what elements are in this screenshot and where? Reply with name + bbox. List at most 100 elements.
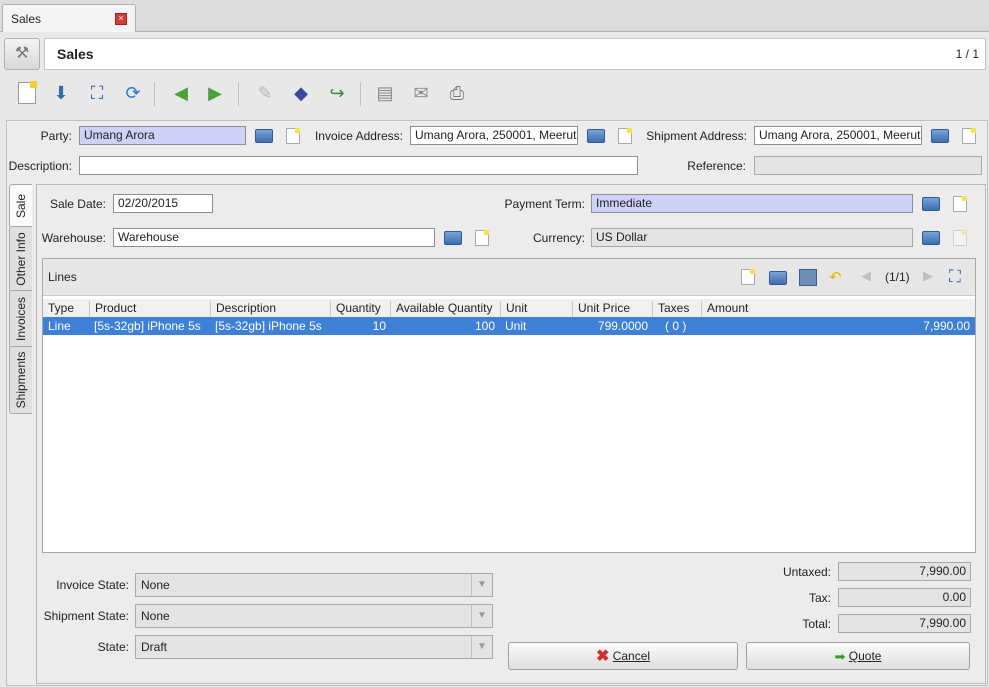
previous-line-icon[interactable]: ◀	[861, 268, 879, 284]
title-box: Sales 1 / 1	[44, 38, 986, 70]
cell-quantity: 10	[372, 319, 386, 333]
action-icon[interactable]: ◆	[288, 80, 314, 106]
cancel-button[interactable]: ✖ Cancel	[508, 642, 738, 670]
new-note-icon[interactable]	[962, 128, 976, 144]
tab-sales[interactable]: Sales ×	[2, 4, 136, 32]
new-note-icon[interactable]	[475, 230, 489, 246]
folder-icon[interactable]	[922, 197, 940, 211]
new-note-icon[interactable]	[953, 196, 967, 212]
invoice-state-select: None ▼	[135, 573, 493, 597]
col-quantity[interactable]: Quantity	[330, 301, 381, 317]
shipment-address-field[interactable]: Umang Arora, 250001, Meerut	[754, 126, 922, 145]
attachment-icon[interactable]: ✎	[252, 80, 278, 106]
shipment-state-select: None ▼	[135, 604, 493, 628]
state-label: State:	[97, 640, 129, 654]
open-line-icon[interactable]	[769, 271, 787, 285]
cell-description: [5s-32gb] iPhone 5s	[215, 319, 322, 333]
cancel-icon: ✖	[595, 647, 610, 665]
title-bar: ⚒ Sales 1 / 1	[4, 38, 986, 70]
col-type[interactable]: Type	[43, 301, 74, 317]
wrench-icon[interactable]: ⚒	[4, 38, 40, 70]
col-unit[interactable]: Unit	[500, 301, 527, 317]
description-field[interactable]	[79, 156, 638, 175]
reload-icon[interactable]: ⟳	[120, 80, 146, 106]
tab-other-info[interactable]: Other Info	[9, 226, 32, 292]
col-taxes[interactable]: Taxes	[652, 301, 689, 317]
relate-icon[interactable]: ↪	[324, 80, 350, 106]
cell-unit-price: 799.0000	[597, 319, 648, 333]
report-icon[interactable]: ▤	[372, 80, 398, 106]
print-icon[interactable]: ⎙	[444, 80, 470, 106]
chevron-down-icon: ▼	[471, 636, 492, 658]
cell-amount: 7,990.00	[923, 319, 970, 333]
untaxed-label: Untaxed:	[782, 565, 831, 579]
previous-icon[interactable]: ◀	[168, 80, 194, 106]
new-note-icon[interactable]	[618, 128, 632, 144]
toolbar: ⬇ ⛶ ⟳ ◀ ▶ ✎ ◆ ↪ ▤ ✉ ⎙	[4, 72, 985, 118]
undo-icon[interactable]: ↶	[829, 268, 847, 286]
shipment-state-label: Shipment State:	[43, 609, 129, 623]
total-amount: 7,990.00	[838, 614, 971, 633]
tab-invoices[interactable]: Invoices	[9, 290, 32, 348]
cell-unit: Unit	[505, 319, 527, 333]
description-label: Description:	[8, 159, 72, 173]
cell-available-quantity: 100	[474, 319, 495, 333]
state-select: Draft ▼	[135, 635, 493, 659]
invoice-state-label: Invoice State:	[56, 578, 129, 592]
table-row[interactable]: Line [5s-32gb] iPhone 5s [5s-32gb] iPhon…	[43, 317, 975, 335]
switch-view-icon[interactable]: ⛶	[84, 80, 110, 106]
sale-date-field[interactable]: 02/20/2015	[113, 194, 213, 213]
untaxed-amount: 7,990.00	[838, 562, 971, 581]
warehouse-field[interactable]: Warehouse	[113, 228, 435, 247]
col-amount[interactable]: Amount	[701, 301, 748, 317]
folder-icon[interactable]	[931, 129, 949, 143]
delete-line-icon[interactable]	[799, 269, 817, 286]
next-line-icon[interactable]: ▶	[923, 268, 941, 284]
invoice-address-field[interactable]: Umang Arora, 250001, Meerut	[410, 126, 578, 145]
col-unit-price[interactable]: Unit Price	[572, 301, 630, 317]
quote-button[interactable]: ➡ Quote	[746, 642, 970, 670]
payment-term-field[interactable]: Immediate	[591, 194, 913, 213]
switch-view-icon[interactable]: ⛶	[949, 267, 967, 286]
lines-grid: Lines ↶ ◀ (1/1) ▶ ⛶ Type Product Descrip…	[42, 258, 976, 553]
new-note-icon	[953, 230, 967, 246]
lines-pager: (1/1)	[885, 270, 910, 284]
tab-shipments[interactable]: Shipments	[9, 346, 32, 414]
invoice-address-label: Invoice Address:	[314, 129, 403, 143]
record-counter: 1 / 1	[955, 47, 979, 61]
column-headers: Type Product Description Quantity Availa…	[43, 299, 975, 318]
new-note-icon[interactable]	[286, 128, 300, 144]
folder-icon[interactable]	[922, 231, 940, 245]
currency-label: Currency:	[532, 231, 585, 245]
folder-icon[interactable]	[587, 129, 605, 143]
col-product[interactable]: Product	[89, 301, 136, 317]
tab-sale[interactable]: Sale	[9, 184, 32, 228]
chevron-down-icon: ▼	[471, 605, 492, 627]
cell-product: [5s-32gb] iPhone 5s	[94, 319, 201, 333]
arrow-right-icon: ➡	[834, 648, 846, 664]
new-line-icon[interactable]	[741, 269, 755, 285]
cell-type: Line	[48, 319, 71, 333]
party-label: Party:	[40, 129, 72, 143]
col-available-quantity[interactable]: Available Quantity	[390, 301, 493, 317]
lines-title: Lines	[48, 270, 77, 284]
cell-taxes: ( 0 )	[665, 319, 687, 333]
total-label: Total:	[802, 617, 831, 631]
tab-sales-label: Sales	[11, 12, 42, 26]
party-field[interactable]: Umang Arora	[79, 126, 246, 145]
payment-term-label: Payment Term:	[504, 197, 585, 211]
close-icon[interactable]: ×	[115, 13, 127, 25]
lines-header: Lines ↶ ◀ (1/1) ▶ ⛶	[43, 259, 975, 296]
shipment-address-label: Shipment Address:	[646, 129, 747, 143]
folder-icon[interactable]	[444, 231, 462, 245]
email-icon[interactable]: ✉	[408, 80, 434, 106]
chevron-down-icon: ▼	[471, 574, 492, 596]
tax-amount: 0.00	[838, 588, 971, 607]
next-icon[interactable]: ▶	[202, 80, 228, 106]
warehouse-label: Warehouse:	[41, 231, 106, 245]
folder-icon[interactable]	[255, 129, 273, 143]
tax-label: Tax:	[808, 591, 831, 605]
col-description[interactable]: Description	[210, 301, 276, 317]
new-record-icon[interactable]	[14, 80, 40, 106]
save-icon[interactable]: ⬇	[48, 80, 74, 106]
